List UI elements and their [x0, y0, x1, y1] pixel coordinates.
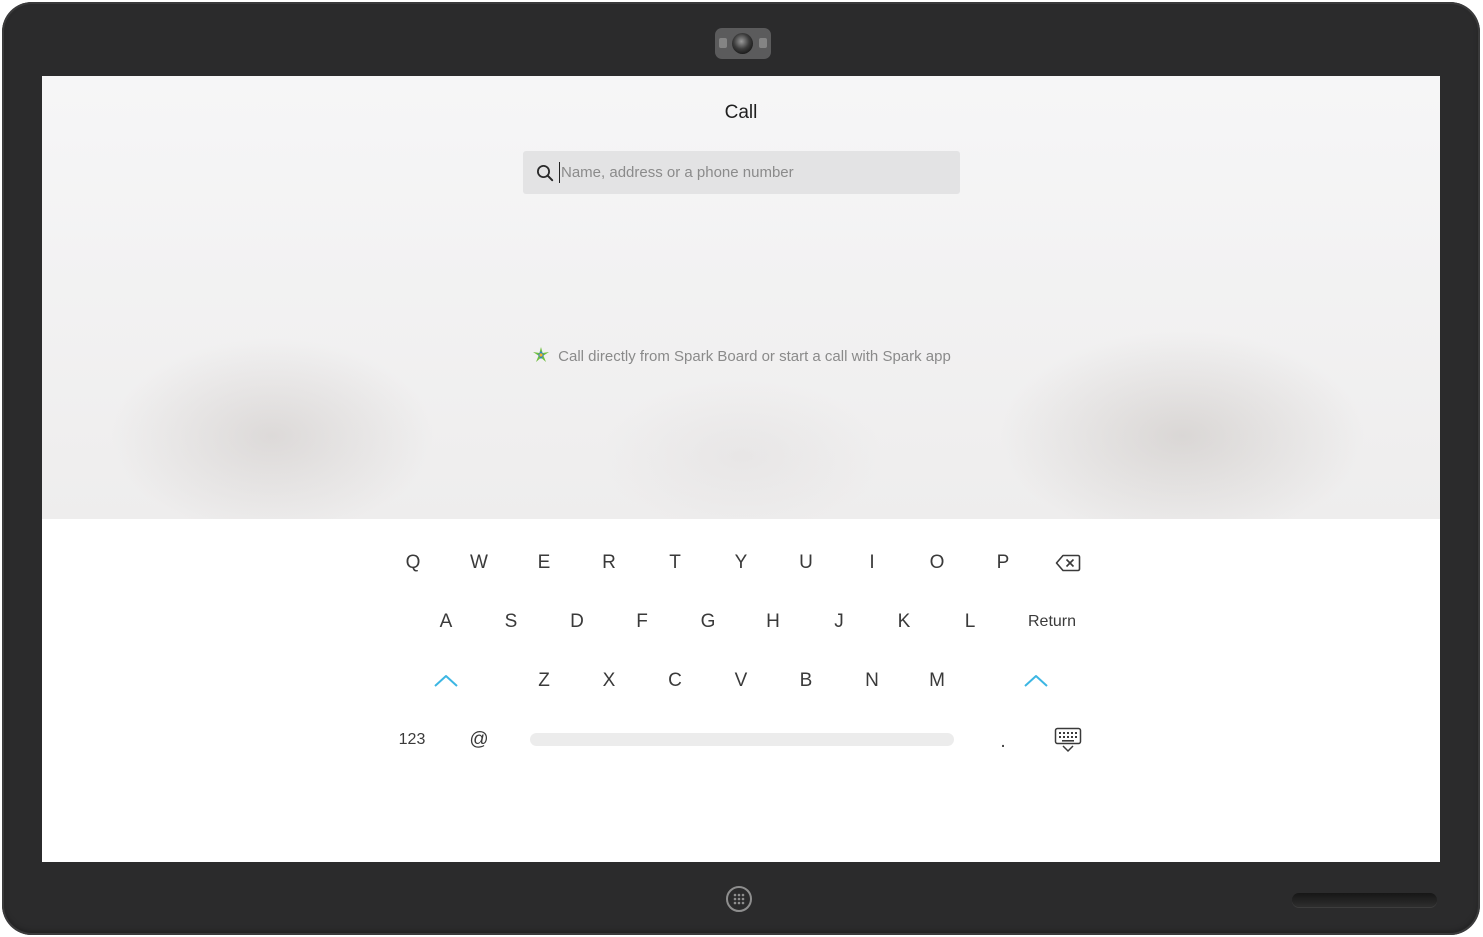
on-screen-keyboard: Q W E R T Y U I O P A S D F G H J K L Re…: [42, 519, 1440, 862]
key-j[interactable]: J: [814, 604, 864, 640]
page-title: Call: [724, 102, 758, 123]
home-button[interactable]: [726, 886, 752, 912]
backspace-key[interactable]: [1043, 545, 1093, 581]
text-cursor: [559, 162, 560, 183]
hide-keyboard-key[interactable]: [1043, 722, 1093, 758]
key-m[interactable]: M: [912, 663, 962, 699]
backspace-icon: [1055, 554, 1081, 572]
search-icon: [537, 165, 554, 182]
at-key[interactable]: @: [454, 722, 504, 758]
key-r[interactable]: R: [584, 545, 634, 581]
spark-icon: [533, 347, 550, 362]
space-bar[interactable]: [530, 733, 954, 746]
home-grid-icon: [733, 893, 745, 905]
shift-arrow-icon: [434, 675, 458, 687]
key-s[interactable]: S: [486, 604, 536, 640]
key-b[interactable]: B: [781, 663, 831, 699]
key-h[interactable]: H: [748, 604, 798, 640]
key-x[interactable]: X: [584, 663, 634, 699]
search-input[interactable]: [561, 151, 941, 194]
key-z[interactable]: Z: [519, 663, 569, 699]
camera-glint-right: [759, 38, 767, 48]
spark-hint: Call directly from Spark Board or start …: [42, 346, 1440, 365]
keyboard-hide-icon: [1054, 727, 1082, 753]
key-d[interactable]: D: [552, 604, 602, 640]
camera-glint-left: [719, 38, 727, 48]
key-y[interactable]: Y: [716, 545, 766, 581]
key-c[interactable]: C: [650, 663, 700, 699]
search-field[interactable]: [523, 151, 960, 194]
period-key[interactable]: .: [978, 724, 1028, 760]
spark-hint-text: Call directly from Spark Board or start …: [558, 348, 951, 365]
screen: Call Call directly from Spark Board or s…: [42, 76, 1440, 862]
camera-lens: [732, 33, 753, 54]
key-p[interactable]: P: [978, 545, 1028, 581]
key-w[interactable]: W: [454, 545, 504, 581]
key-g[interactable]: G: [683, 604, 733, 640]
shift-key-left[interactable]: [421, 663, 471, 699]
shift-arrow-icon: [1024, 675, 1048, 687]
key-l[interactable]: L: [945, 604, 995, 640]
camera: [715, 28, 771, 59]
key-e[interactable]: E: [519, 545, 569, 581]
key-f[interactable]: F: [617, 604, 667, 640]
key-t[interactable]: T: [650, 545, 700, 581]
call-panel: Call Call directly from Spark Board or s…: [42, 76, 1440, 519]
key-a[interactable]: A: [421, 604, 471, 640]
key-i[interactable]: I: [847, 545, 897, 581]
key-v[interactable]: V: [716, 663, 766, 699]
key-q[interactable]: Q: [388, 545, 438, 581]
key-n[interactable]: N: [847, 663, 897, 699]
key-o[interactable]: O: [912, 545, 962, 581]
return-key[interactable]: Return: [1012, 604, 1092, 640]
key-k[interactable]: K: [879, 604, 929, 640]
pen-tray: [1292, 893, 1437, 907]
shift-key-right[interactable]: [1011, 663, 1061, 699]
numbers-key[interactable]: 123: [387, 722, 437, 758]
key-u[interactable]: U: [781, 545, 831, 581]
